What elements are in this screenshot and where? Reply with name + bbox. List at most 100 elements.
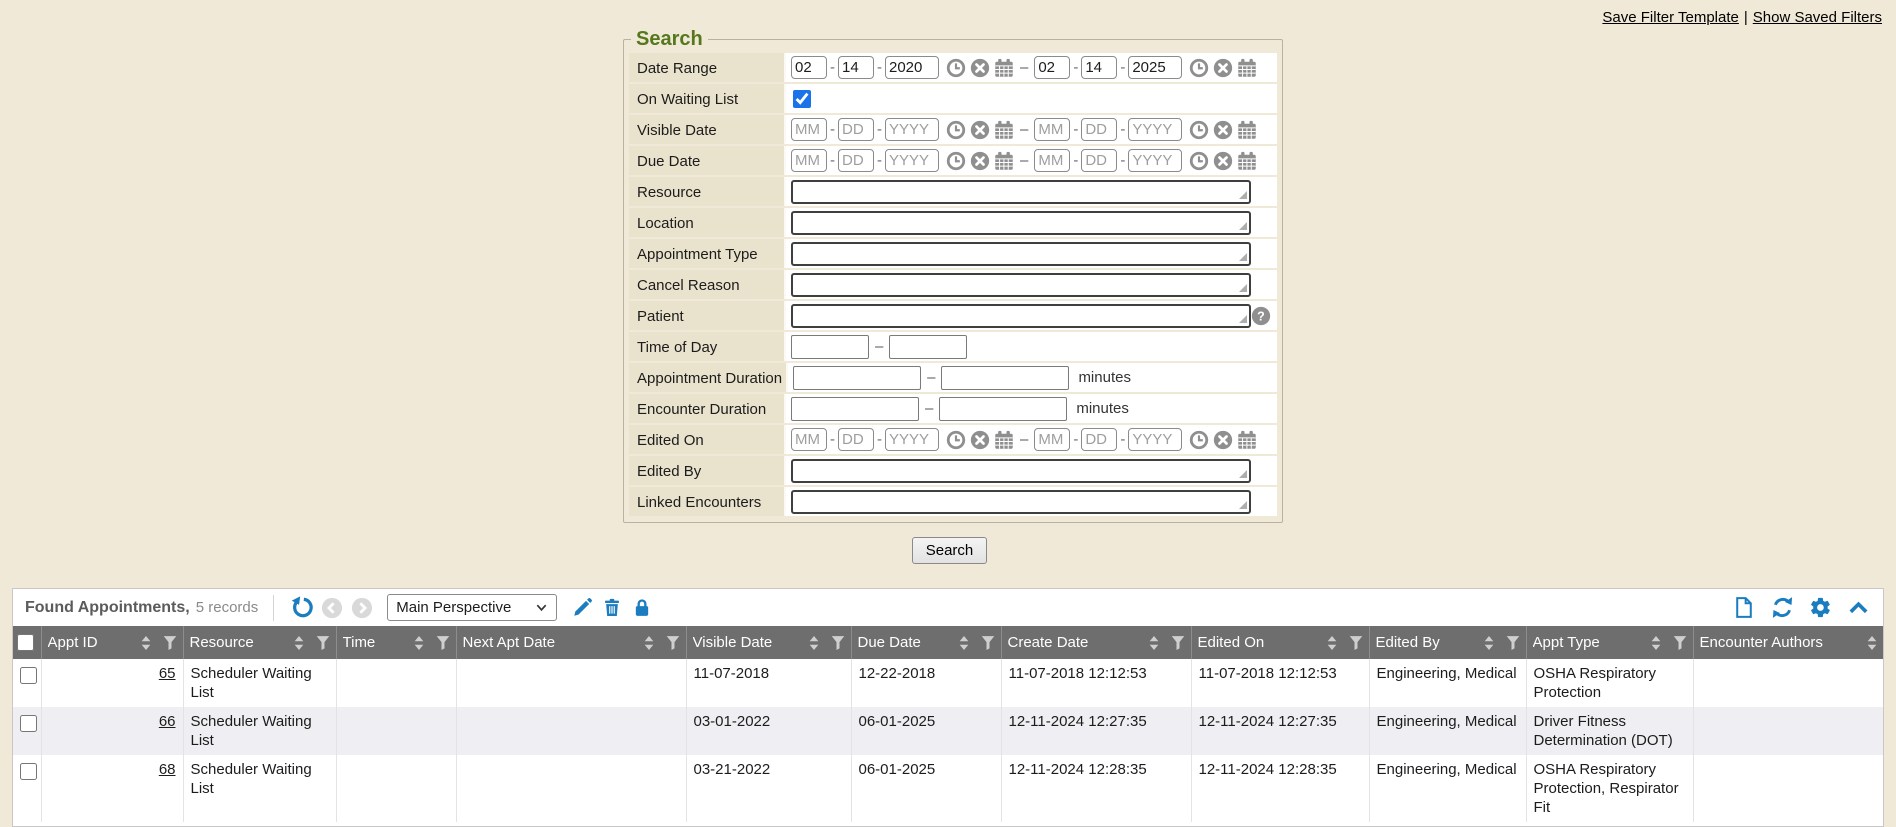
encounter-duration-from-input[interactable] bbox=[791, 397, 919, 421]
collapse-chevron-up-icon[interactable] bbox=[1845, 595, 1871, 621]
sort-icon[interactable] bbox=[807, 635, 821, 651]
edited-by-input[interactable] bbox=[791, 459, 1251, 483]
sort-icon[interactable] bbox=[957, 635, 971, 651]
calendar-picker-icon[interactable] bbox=[1237, 120, 1257, 140]
sort-icon[interactable] bbox=[1649, 635, 1663, 651]
previous-page-icon[interactable] bbox=[319, 595, 345, 621]
filter-funnel-icon[interactable] bbox=[1673, 635, 1687, 651]
date-range-from-day-input[interactable] bbox=[838, 56, 874, 79]
time-picker-icon[interactable] bbox=[946, 120, 966, 140]
perspective-select[interactable]: Main Perspective bbox=[387, 594, 557, 621]
appointment-duration-to-input[interactable] bbox=[941, 366, 1069, 390]
edited-on-to-year-input[interactable] bbox=[1128, 428, 1182, 451]
lock-icon[interactable] bbox=[629, 595, 655, 621]
linked-encounters-input[interactable] bbox=[791, 490, 1251, 514]
due-date-to-month-input[interactable] bbox=[1034, 149, 1070, 172]
time-picker-icon[interactable] bbox=[1189, 430, 1209, 450]
visible-date-from-month-input[interactable] bbox=[791, 118, 827, 141]
edited-on-from-day-input[interactable] bbox=[838, 428, 874, 451]
sort-icon[interactable] bbox=[1482, 635, 1496, 651]
sort-icon[interactable] bbox=[642, 635, 656, 651]
clear-date-icon[interactable] bbox=[970, 58, 990, 78]
due-date-from-year-input[interactable] bbox=[885, 149, 939, 172]
row-checkbox[interactable] bbox=[20, 667, 37, 684]
sort-icon[interactable] bbox=[1865, 635, 1879, 651]
time-picker-icon[interactable] bbox=[1189, 58, 1209, 78]
new-document-icon[interactable] bbox=[1731, 595, 1757, 621]
search-button[interactable]: Search bbox=[912, 537, 988, 564]
date-range-from-year-input[interactable] bbox=[885, 56, 939, 79]
encounter-duration-to-input[interactable] bbox=[939, 397, 1067, 421]
undo-icon[interactable] bbox=[289, 595, 315, 621]
due-date-to-day-input[interactable] bbox=[1081, 149, 1117, 172]
edited-on-from-month-input[interactable] bbox=[791, 428, 827, 451]
select-all-checkbox[interactable] bbox=[17, 634, 34, 651]
due-date-from-month-input[interactable] bbox=[791, 149, 827, 172]
calendar-picker-icon[interactable] bbox=[994, 58, 1014, 78]
filter-funnel-icon[interactable] bbox=[1171, 635, 1185, 651]
sort-icon[interactable] bbox=[412, 635, 426, 651]
next-page-icon[interactable] bbox=[349, 595, 375, 621]
calendar-picker-icon[interactable] bbox=[994, 120, 1014, 140]
clear-date-icon[interactable] bbox=[970, 430, 990, 450]
filter-funnel-icon[interactable] bbox=[163, 635, 177, 651]
appointment-duration-from-input[interactable] bbox=[793, 366, 921, 390]
date-range-from-month-input[interactable] bbox=[791, 56, 827, 79]
filter-funnel-icon[interactable] bbox=[666, 635, 680, 651]
clear-date-icon[interactable] bbox=[1213, 430, 1233, 450]
time-picker-icon[interactable] bbox=[946, 58, 966, 78]
calendar-picker-icon[interactable] bbox=[1237, 58, 1257, 78]
clear-date-icon[interactable] bbox=[970, 120, 990, 140]
appt-id-link[interactable]: 68 bbox=[159, 761, 176, 778]
help-icon[interactable] bbox=[1251, 306, 1271, 326]
calendar-picker-icon[interactable] bbox=[994, 151, 1014, 171]
filter-funnel-icon[interactable] bbox=[436, 635, 450, 651]
cancel-reason-input[interactable] bbox=[791, 273, 1251, 297]
due-date-to-year-input[interactable] bbox=[1128, 149, 1182, 172]
visible-date-from-year-input[interactable] bbox=[885, 118, 939, 141]
time-of-day-to-input[interactable] bbox=[889, 335, 967, 359]
filter-funnel-icon[interactable] bbox=[1506, 635, 1520, 651]
row-checkbox[interactable] bbox=[20, 763, 37, 780]
calendar-picker-icon[interactable] bbox=[1237, 151, 1257, 171]
visible-date-to-year-input[interactable] bbox=[1128, 118, 1182, 141]
on-waiting-list-checkbox[interactable] bbox=[793, 90, 811, 108]
appointment-type-input[interactable] bbox=[791, 242, 1251, 266]
clear-date-icon[interactable] bbox=[1213, 151, 1233, 171]
date-range-to-year-input[interactable] bbox=[1128, 56, 1182, 79]
due-date-from-day-input[interactable] bbox=[838, 149, 874, 172]
edited-on-to-month-input[interactable] bbox=[1034, 428, 1070, 451]
row-checkbox[interactable] bbox=[20, 715, 37, 732]
save-filter-template-link[interactable]: Save Filter Template bbox=[1602, 9, 1738, 26]
calendar-picker-icon[interactable] bbox=[1237, 430, 1257, 450]
show-saved-filters-link[interactable]: Show Saved Filters bbox=[1753, 9, 1882, 26]
location-input[interactable] bbox=[791, 211, 1251, 235]
appt-id-link[interactable]: 65 bbox=[159, 665, 176, 682]
filter-funnel-icon[interactable] bbox=[831, 635, 845, 651]
patient-input[interactable] bbox=[791, 304, 1251, 328]
sort-icon[interactable] bbox=[1325, 635, 1339, 651]
edited-on-to-day-input[interactable] bbox=[1081, 428, 1117, 451]
clear-date-icon[interactable] bbox=[970, 151, 990, 171]
time-picker-icon[interactable] bbox=[1189, 151, 1209, 171]
edited-on-from-year-input[interactable] bbox=[885, 428, 939, 451]
time-picker-icon[interactable] bbox=[946, 430, 966, 450]
filter-funnel-icon[interactable] bbox=[1349, 635, 1363, 651]
settings-gear-icon[interactable] bbox=[1807, 595, 1833, 621]
resource-input[interactable] bbox=[791, 180, 1251, 204]
filter-funnel-icon[interactable] bbox=[981, 635, 995, 651]
delete-trash-icon[interactable] bbox=[599, 595, 625, 621]
date-range-to-day-input[interactable] bbox=[1081, 56, 1117, 79]
appt-id-link[interactable]: 66 bbox=[159, 713, 176, 730]
sort-icon[interactable] bbox=[292, 635, 306, 651]
time-picker-icon[interactable] bbox=[946, 151, 966, 171]
edit-pencil-icon[interactable] bbox=[569, 595, 595, 621]
sort-icon[interactable] bbox=[1147, 635, 1161, 651]
date-range-to-month-input[interactable] bbox=[1034, 56, 1070, 79]
visible-date-to-month-input[interactable] bbox=[1034, 118, 1070, 141]
sort-icon[interactable] bbox=[139, 635, 153, 651]
time-picker-icon[interactable] bbox=[1189, 120, 1209, 140]
time-of-day-from-input[interactable] bbox=[791, 335, 869, 359]
visible-date-from-day-input[interactable] bbox=[838, 118, 874, 141]
calendar-picker-icon[interactable] bbox=[994, 430, 1014, 450]
